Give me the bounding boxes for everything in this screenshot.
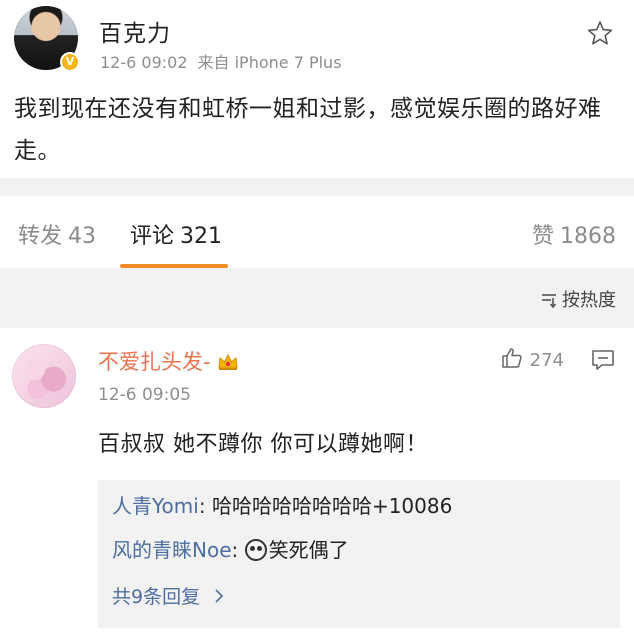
active-tab-indicator (120, 264, 228, 268)
post-text: 我到现在还没有和虹桥一姐和过影，感觉娱乐圈的路好难走。 (14, 96, 602, 164)
comment-reply-icon[interactable] (590, 348, 616, 372)
chevron-right-icon (208, 586, 224, 608)
post-card: V 百克力 12-6 09:02 来自 iPhone 7 Plus 我到现在还没有… (0, 0, 634, 178)
post-source: 来自 iPhone 7 Plus (197, 53, 342, 72)
comment-item: 不爱扎头发- 12-6 09:05 274 百叔叔 她不蹲你 你可以蹲她啊！ 人… (0, 328, 634, 636)
post-meta: 12-6 09:02 来自 iPhone 7 Plus (100, 49, 342, 73)
post-timestamp: 12-6 09:02 (100, 53, 188, 72)
reply-user[interactable]: 风的青睐Noe (112, 538, 232, 562)
comment-text: 百叔叔 她不蹲你 你可以蹲她啊！ (98, 432, 428, 457)
sort-icon (540, 291, 558, 314)
comment-timestamp: 12-6 09:05 (98, 385, 191, 405)
sort-label: 按热度 (562, 290, 616, 311)
comment-like-count: 274 (529, 350, 564, 371)
view-all-replies-link[interactable]: 共9条回复 (112, 582, 224, 609)
reply-user[interactable]: 人青Yomi (112, 494, 199, 518)
tab-like-count: 1868 (560, 224, 616, 249)
reply-item[interactable]: 风的青睐Noe: 笑死偶了 (112, 534, 349, 563)
sort-bar: 按热度 (0, 274, 634, 324)
tab-comment-count: 321 (180, 224, 223, 249)
star-icon[interactable] (587, 20, 613, 46)
tab-repost[interactable]: 转发 43 (18, 218, 96, 250)
commenter-name-row: 不爱扎头发- (98, 346, 239, 376)
tab-like[interactable]: 赞 1868 (532, 218, 616, 250)
author-name[interactable]: 百克力 (99, 14, 171, 48)
reply-item[interactable]: 人青Yomi: 哈哈哈哈哈哈哈哈+10086 (112, 490, 452, 519)
commenter-avatar[interactable] (12, 344, 76, 408)
reply-preview-box[interactable]: 人青Yomi: 哈哈哈哈哈哈哈哈+10086 风的青睐Noe: 笑死偶了 共9条… (98, 480, 620, 628)
tab-comment[interactable]: 评论 321 (130, 218, 222, 250)
verified-badge-icon: V (60, 52, 80, 72)
author-avatar[interactable]: V (14, 6, 80, 72)
tab-like-label: 赞 (531, 224, 554, 249)
comment-like-button[interactable]: 274 (500, 346, 564, 371)
tab-comment-label: 评论 (130, 224, 175, 249)
weibo-post-detail: V 百克力 12-6 09:02 来自 iPhone 7 Plus 我到现在还没有… (0, 0, 634, 636)
commenter-name[interactable]: 不爱扎头发- (98, 350, 211, 374)
more-replies-label: 共9条回复 (112, 586, 201, 608)
reply-text: 笑死偶了 (268, 538, 349, 562)
tab-repost-count: 43 (68, 224, 97, 249)
tab-repost-label: 转发 (18, 224, 63, 249)
sort-by-hot-button[interactable]: 按热度 (540, 286, 616, 314)
panda-laugh-emoji-icon (244, 539, 267, 561)
crown-icon (217, 352, 239, 376)
reply-separator: : (198, 494, 206, 518)
thumbs-up-icon (501, 348, 522, 368)
reply-separator: : (231, 538, 239, 562)
post-tabs: 转发 43 评论 321 赞 1868 (0, 196, 634, 268)
reply-text: 哈哈哈哈哈哈哈哈+10086 (211, 494, 453, 518)
